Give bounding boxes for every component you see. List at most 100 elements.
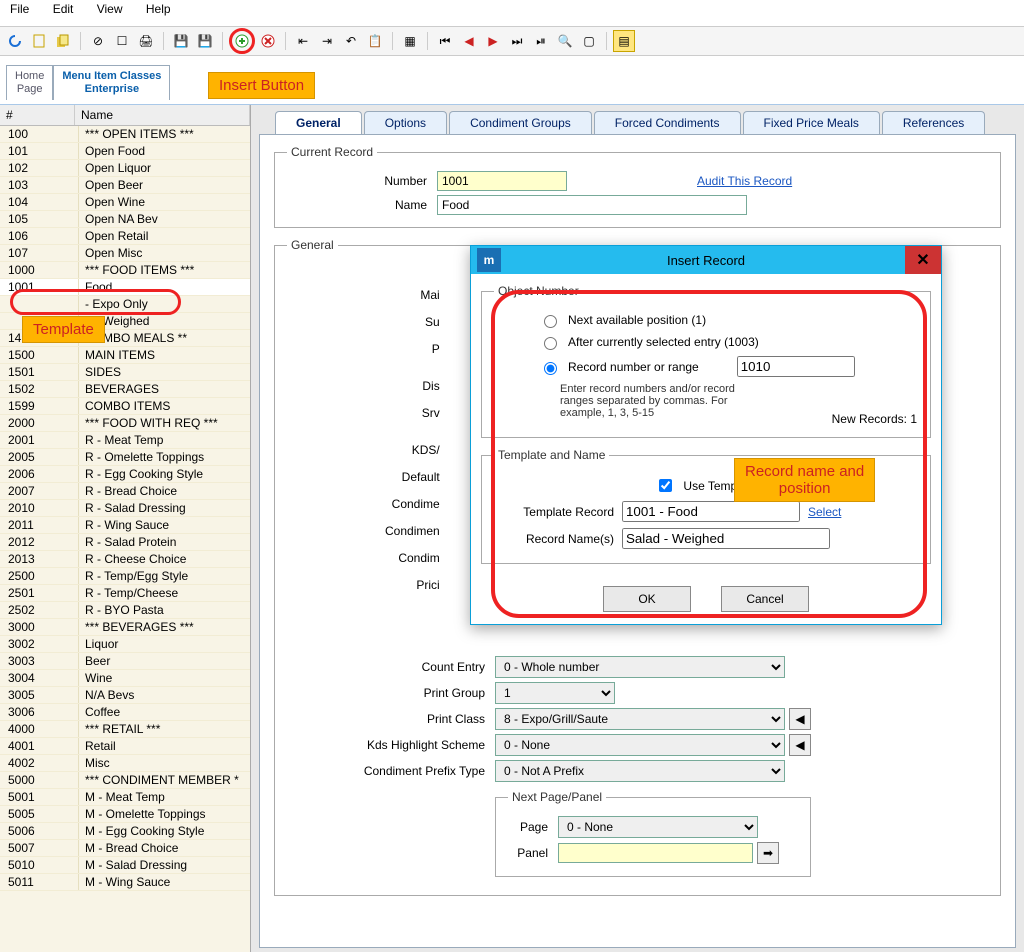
col-name[interactable]: Name <box>75 105 250 125</box>
input-number[interactable] <box>437 171 567 191</box>
table-row[interactable]: 2011R - Wing Sauce <box>0 517 250 534</box>
table-row[interactable]: 107Open Misc <box>0 245 250 262</box>
col-number[interactable]: # <box>0 105 75 125</box>
select-kds-highlight[interactable]: 0 - None <box>495 734 785 756</box>
goto-print-class-icon[interactable]: ◀ <box>789 708 811 730</box>
goto-panel-icon[interactable]: ➡ <box>757 842 779 864</box>
radio-record-range[interactable] <box>544 362 557 375</box>
table-row[interactable]: 2006R - Egg Cooking Style <box>0 466 250 483</box>
input-name[interactable] <box>437 195 747 215</box>
table-row[interactable]: 3003Beer <box>0 653 250 670</box>
print-icon[interactable]: 🖨 <box>135 30 157 52</box>
paste-icon[interactable]: 📋 <box>364 30 386 52</box>
delete-record-icon[interactable] <box>257 30 279 52</box>
table-row[interactable]: 104Open Wine <box>0 194 250 211</box>
table-row[interactable]: 5011M - Wing Sauce <box>0 874 250 891</box>
table-row[interactable]: 5010M - Salad Dressing <box>0 857 250 874</box>
table-row[interactable]: 2010R - Salad Dressing <box>0 500 250 517</box>
table-row[interactable]: 1599COMBO ITEMS <box>0 398 250 415</box>
import-icon[interactable]: ⇤ <box>292 30 314 52</box>
undo-icon[interactable]: ↶ <box>340 30 362 52</box>
menu-help[interactable]: Help <box>146 2 171 16</box>
grid-icon[interactable]: ▤ <box>613 30 635 52</box>
goto-kds-highlight-icon[interactable]: ◀ <box>789 734 811 756</box>
input-panel[interactable] <box>558 843 753 863</box>
table-row[interactable]: 4002Misc <box>0 755 250 772</box>
saveall-icon[interactable]: 💾 <box>194 30 216 52</box>
tab-home-page[interactable]: Home Page <box>6 65 53 100</box>
tab-menu-item-classes[interactable]: Menu Item Classes Enterprise <box>53 65 170 100</box>
ok-button[interactable]: OK <box>603 586 691 612</box>
select-print-group[interactable]: 1 <box>495 682 615 704</box>
close-icon[interactable]: ✕ <box>905 246 941 274</box>
table-row[interactable]: 103Open Beer <box>0 177 250 194</box>
table-row[interactable]: 2500R - Temp/Egg Style <box>0 568 250 585</box>
tab-general[interactable]: General <box>275 111 362 134</box>
select-count-entry[interactable]: 0 - Whole number <box>495 656 785 678</box>
save-icon[interactable]: 💾 <box>170 30 192 52</box>
insert-record-icon[interactable] <box>229 28 255 54</box>
input-record-name[interactable] <box>622 528 830 549</box>
new-doc-icon[interactable] <box>28 30 50 52</box>
table-row[interactable]: 5005M - Omelette Toppings <box>0 806 250 823</box>
table-row[interactable]: 3004Wine <box>0 670 250 687</box>
table-row[interactable]: 3006Coffee <box>0 704 250 721</box>
dialog-titlebar[interactable]: m Insert Record ✕ <box>471 246 941 274</box>
input-template-record[interactable] <box>622 501 800 522</box>
table-row[interactable]: 2005R - Omelette Toppings <box>0 449 250 466</box>
table-row[interactable]: 105Open NA Bev <box>0 211 250 228</box>
table-row[interactable]: 3002Liquor <box>0 636 250 653</box>
tab-condiment-groups[interactable]: Condiment Groups <box>449 111 592 134</box>
table-row[interactable]: 5001M - Meat Temp <box>0 789 250 806</box>
table-row[interactable]: 4001Retail <box>0 738 250 755</box>
doc-icon[interactable]: ☐ <box>111 30 133 52</box>
export-icon[interactable]: ⇥ <box>316 30 338 52</box>
menu-view[interactable]: View <box>97 2 123 16</box>
table-row[interactable]: 2013R - Cheese Choice <box>0 551 250 568</box>
table-row[interactable]: 2502R - BYO Pasta <box>0 602 250 619</box>
table-row[interactable]: 1001Food <box>0 279 250 296</box>
table-row[interactable]: 1500MAIN ITEMS <box>0 347 250 364</box>
radio-next-available[interactable] <box>544 315 557 328</box>
grid-body[interactable]: 100*** OPEN ITEMS ***101Open Food102Open… <box>0 126 250 952</box>
menu-file[interactable]: File <box>10 2 29 16</box>
link-select-template[interactable]: Select <box>808 505 841 519</box>
table-row[interactable]: 101Open Food <box>0 143 250 160</box>
next-icon[interactable]: ▶ <box>482 30 504 52</box>
link-audit-record[interactable]: Audit This Record <box>697 174 792 188</box>
menu-edit[interactable]: Edit <box>53 2 74 16</box>
table-row[interactable]: 106Open Retail <box>0 228 250 245</box>
table-row[interactable]: 1000*** FOOD ITEMS *** <box>0 262 250 279</box>
tab-options[interactable]: Options <box>364 111 447 134</box>
form-icon[interactable]: ▦ <box>399 30 421 52</box>
table-row[interactable]: 1501SIDES <box>0 364 250 381</box>
last-icon[interactable]: ⏭ <box>506 30 528 52</box>
table-row[interactable]: 2007R - Bread Choice <box>0 483 250 500</box>
find-icon[interactable]: 🔍 <box>554 30 576 52</box>
first-icon[interactable]: ⏮ <box>434 30 456 52</box>
input-record-range[interactable] <box>737 356 855 377</box>
table-row[interactable]: 2000*** FOOD WITH REQ *** <box>0 415 250 432</box>
refresh-icon[interactable] <box>4 30 26 52</box>
radio-after-selected[interactable] <box>544 337 557 350</box>
select-condiment-prefix[interactable]: 0 - Not A Prefix <box>495 760 785 782</box>
goto-icon[interactable]: ⏯ <box>530 30 552 52</box>
prev-icon[interactable]: ◀ <box>458 30 480 52</box>
stop-icon[interactable]: ⊘ <box>87 30 109 52</box>
table-row[interactable]: 102Open Liquor <box>0 160 250 177</box>
table-row[interactable]: 1502BEVERAGES <box>0 381 250 398</box>
checkbox-use-template[interactable] <box>659 479 672 492</box>
select-print-class[interactable]: 8 - Expo/Grill/Saute <box>495 708 785 730</box>
table-row[interactable]: 2012R - Salad Protein <box>0 534 250 551</box>
tab-forced-condiments[interactable]: Forced Condiments <box>594 111 741 134</box>
table-row[interactable]: 3000*** BEVERAGES *** <box>0 619 250 636</box>
table-row[interactable]: 4000*** RETAIL *** <box>0 721 250 738</box>
table-row[interactable]: 3005N/A Bevs <box>0 687 250 704</box>
tab-references[interactable]: References <box>882 111 985 134</box>
table-row[interactable]: 5007M - Bread Choice <box>0 840 250 857</box>
table-row[interactable]: - Expo Only <box>0 296 250 313</box>
tab-fixed-price-meals[interactable]: Fixed Price Meals <box>743 111 880 134</box>
cancel-button[interactable]: Cancel <box>721 586 809 612</box>
select-page[interactable]: 0 - None <box>558 816 758 838</box>
table-row[interactable]: 2001R - Meat Temp <box>0 432 250 449</box>
